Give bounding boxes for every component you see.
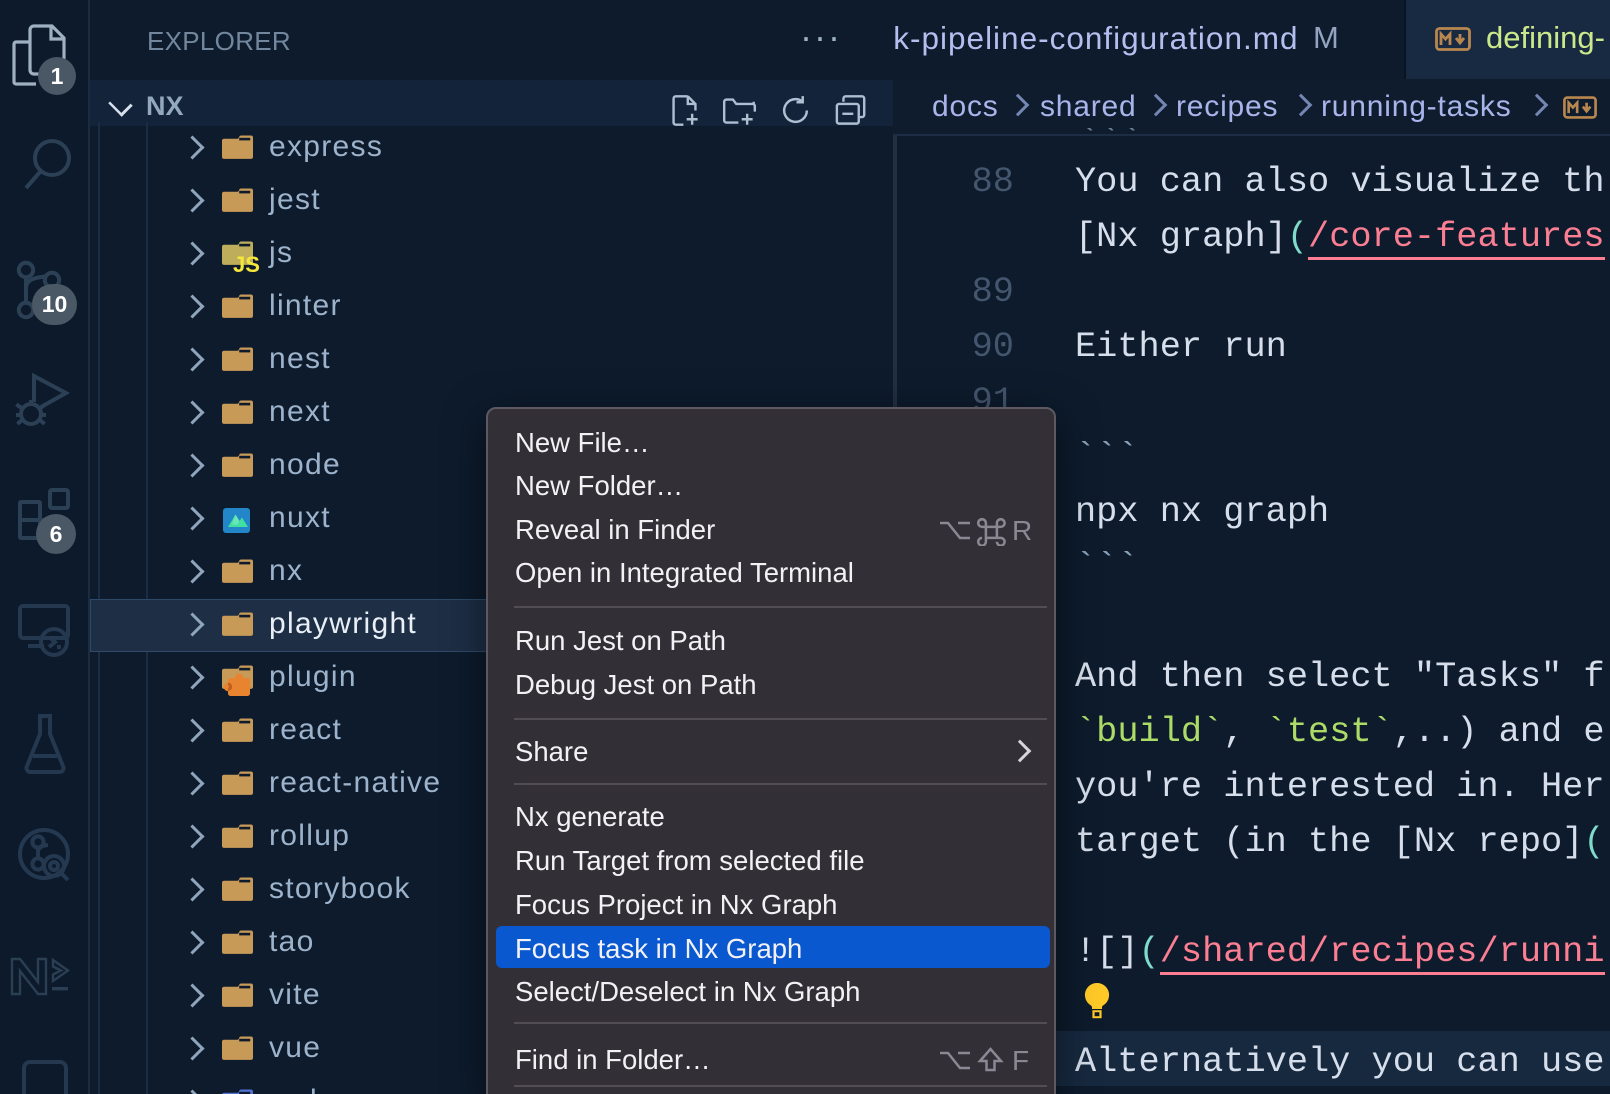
svg-text:JS: JS — [233, 252, 260, 277]
svg-text:R: R — [1012, 515, 1032, 546]
svg-text:F: F — [1012, 1045, 1029, 1076]
